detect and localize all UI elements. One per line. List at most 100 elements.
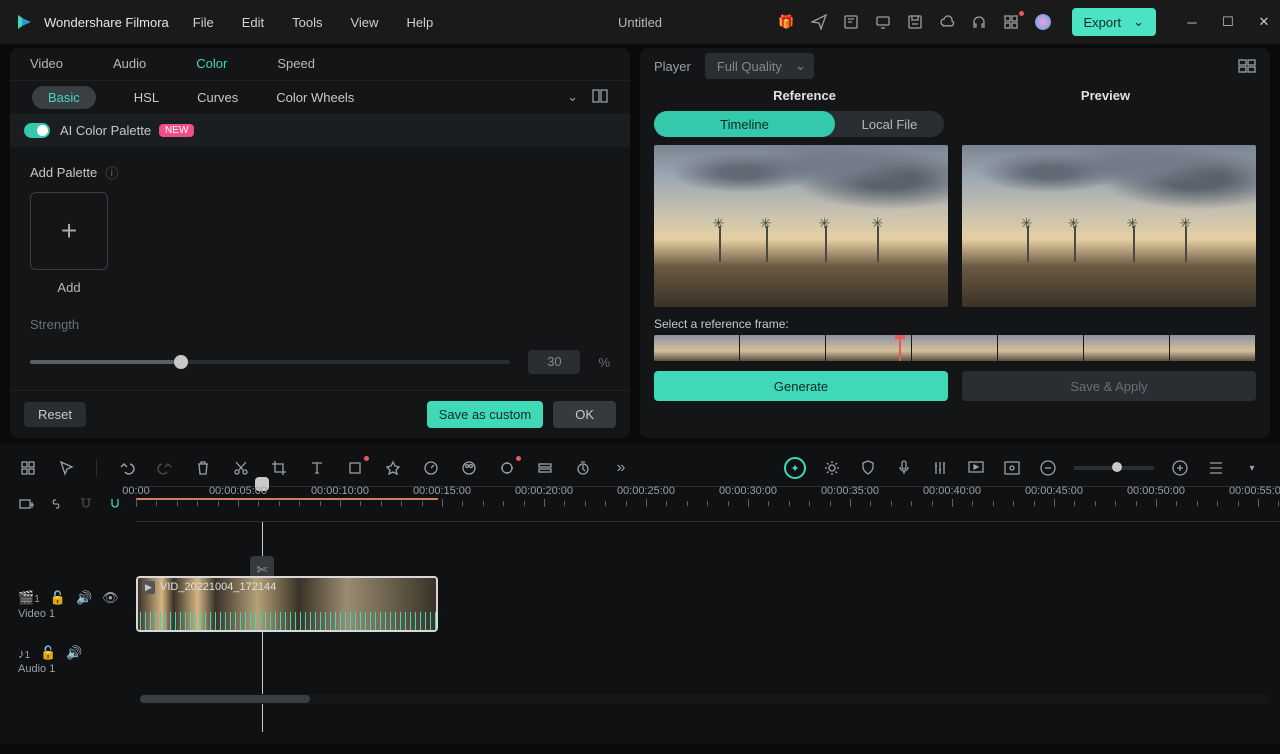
track-list-icon[interactable] <box>1206 458 1226 478</box>
send-icon[interactable] <box>810 13 828 31</box>
gift-icon[interactable]: 🎁 <box>778 13 796 31</box>
add-palette-button[interactable]: + <box>30 192 108 270</box>
lock-icon[interactable]: 🔓 <box>40 645 56 661</box>
maximize-button[interactable]: ☐ <box>1220 14 1236 30</box>
keyframe-panel-icon[interactable] <box>18 458 38 478</box>
save-apply-button[interactable]: Save & Apply <box>962 371 1256 401</box>
reference-tab-timeline[interactable]: Timeline <box>654 111 835 137</box>
ai-palette-label: AI Color Palette <box>60 123 151 138</box>
strength-slider[interactable] <box>30 360 510 364</box>
headphones-icon[interactable] <box>970 13 988 31</box>
text-icon[interactable] <box>307 458 327 478</box>
render-icon[interactable] <box>966 458 986 478</box>
desktop-icon[interactable] <box>874 13 892 31</box>
preview-image <box>962 145 1256 307</box>
tab-audio[interactable]: Audio <box>113 56 146 71</box>
subtab-hsl[interactable]: HSL <box>134 90 159 105</box>
main-menu: File Edit Tools View Help <box>193 15 433 30</box>
chevron-down-icon[interactable]: ⌄ <box>567 89 578 105</box>
mute-icon[interactable]: 🔊 <box>66 645 82 661</box>
color-tool-icon[interactable] <box>459 458 479 478</box>
mute-icon[interactable]: 🔊 <box>76 590 92 606</box>
save-custom-button[interactable]: Save as custom <box>427 401 544 428</box>
undo-icon[interactable] <box>117 458 137 478</box>
player-label: Player <box>654 59 691 74</box>
subtab-color-wheels[interactable]: Color Wheels <box>276 90 354 105</box>
menu-view[interactable]: View <box>350 15 378 30</box>
ok-button[interactable]: OK <box>553 401 616 428</box>
tab-speed[interactable]: Speed <box>277 56 315 71</box>
compare-icon[interactable] <box>592 89 608 105</box>
select-tool-icon[interactable] <box>56 458 76 478</box>
video-clip[interactable]: ▶ VID_20221004_172144 <box>136 576 438 632</box>
app-name: Wondershare Filmora <box>44 15 169 30</box>
mic-icon[interactable] <box>894 458 914 478</box>
close-button[interactable]: ✕ <box>1256 14 1272 30</box>
menu-edit[interactable]: Edit <box>242 15 264 30</box>
video-track-icon: 🎬1 <box>18 590 40 606</box>
reference-tab-local-file[interactable]: Local File <box>835 111 944 137</box>
adjust-icon[interactable] <box>345 458 365 478</box>
mixer-icon[interactable] <box>930 458 950 478</box>
strength-value[interactable]: 30 <box>528 350 580 374</box>
layout-grid-icon[interactable] <box>1238 59 1256 73</box>
marker-icon[interactable] <box>497 458 517 478</box>
save-icon[interactable] <box>906 13 924 31</box>
timer-icon[interactable] <box>573 458 593 478</box>
magnet-icon[interactable] <box>107 494 125 514</box>
apps-icon[interactable] <box>1002 13 1020 31</box>
more-tools-icon[interactable]: » <box>611 458 631 478</box>
clip-play-icon: ▶ <box>142 581 155 594</box>
select-frame-label: Select a reference frame: <box>640 307 1270 335</box>
minimize-button[interactable]: ─ <box>1184 14 1200 30</box>
speed-icon[interactable] <box>421 458 441 478</box>
cloud-icon[interactable] <box>938 13 956 31</box>
template-icon[interactable] <box>842 13 860 31</box>
link-icon[interactable] <box>48 494 66 514</box>
subtab-basic[interactable]: Basic <box>32 86 96 109</box>
properties-panel: Video Audio Color Speed Basic HSL Curves… <box>10 48 630 438</box>
effects-icon[interactable] <box>383 458 403 478</box>
reference-thumbstrip[interactable] <box>654 335 1256 361</box>
redo-icon[interactable] <box>155 458 175 478</box>
capture-icon[interactable] <box>1002 458 1022 478</box>
ai-tools-icon[interactable]: ✦ <box>784 457 806 479</box>
shield-icon[interactable] <box>858 458 878 478</box>
track-options-icon[interactable]: ▾ <box>1242 458 1262 478</box>
zoom-out-icon[interactable] <box>1038 458 1058 478</box>
menu-file[interactable]: File <box>193 15 214 30</box>
cut-icon[interactable] <box>231 458 251 478</box>
reset-button[interactable]: Reset <box>24 402 86 427</box>
chevron-down-icon: ⌄ <box>1133 14 1144 30</box>
timeline-ruler[interactable]: 00:0000:00:05:0000:00:10:0000:00:15:0000… <box>136 486 1280 522</box>
track-tool-icon[interactable] <box>535 458 555 478</box>
zoom-slider[interactable] <box>1074 466 1154 470</box>
reference-image <box>654 145 948 307</box>
menu-help[interactable]: Help <box>406 15 433 30</box>
tab-video[interactable]: Video <box>30 56 63 71</box>
ai-palette-toggle[interactable] <box>24 123 50 138</box>
generate-button[interactable]: Generate <box>654 371 948 401</box>
video-track-head[interactable]: 🎬1 🔓 🔊 👁 Video 1 <box>0 590 136 620</box>
audio-track-icon: ♪1 <box>18 646 30 661</box>
audio-track-head[interactable]: ♪1 🔓 🔊 Audio 1 <box>0 645 136 675</box>
lock-icon[interactable]: 🔓 <box>50 590 66 606</box>
add-track-icon[interactable] <box>18 494 36 514</box>
preview-heading: Preview <box>955 88 1256 103</box>
enhance-icon[interactable] <box>822 458 842 478</box>
avatar-icon[interactable] <box>1034 13 1052 31</box>
crop-icon[interactable] <box>269 458 289 478</box>
visibility-icon[interactable]: 👁 <box>102 590 119 606</box>
quality-dropdown[interactable]: Full Quality <box>705 53 814 79</box>
delete-icon[interactable] <box>193 458 213 478</box>
menu-tools[interactable]: Tools <box>292 15 322 30</box>
snap-icon[interactable] <box>77 494 95 514</box>
zoom-in-icon[interactable] <box>1170 458 1190 478</box>
export-button[interactable]: Export ⌄ <box>1072 8 1156 36</box>
info-icon[interactable]: ⓘ <box>105 163 118 182</box>
subtab-curves[interactable]: Curves <box>197 90 238 105</box>
tab-color[interactable]: Color <box>196 56 227 71</box>
audio-track-name: Audio 1 <box>18 663 136 675</box>
timeline-scrollbar[interactable] <box>140 694 1270 704</box>
document-title: Untitled <box>618 15 662 30</box>
